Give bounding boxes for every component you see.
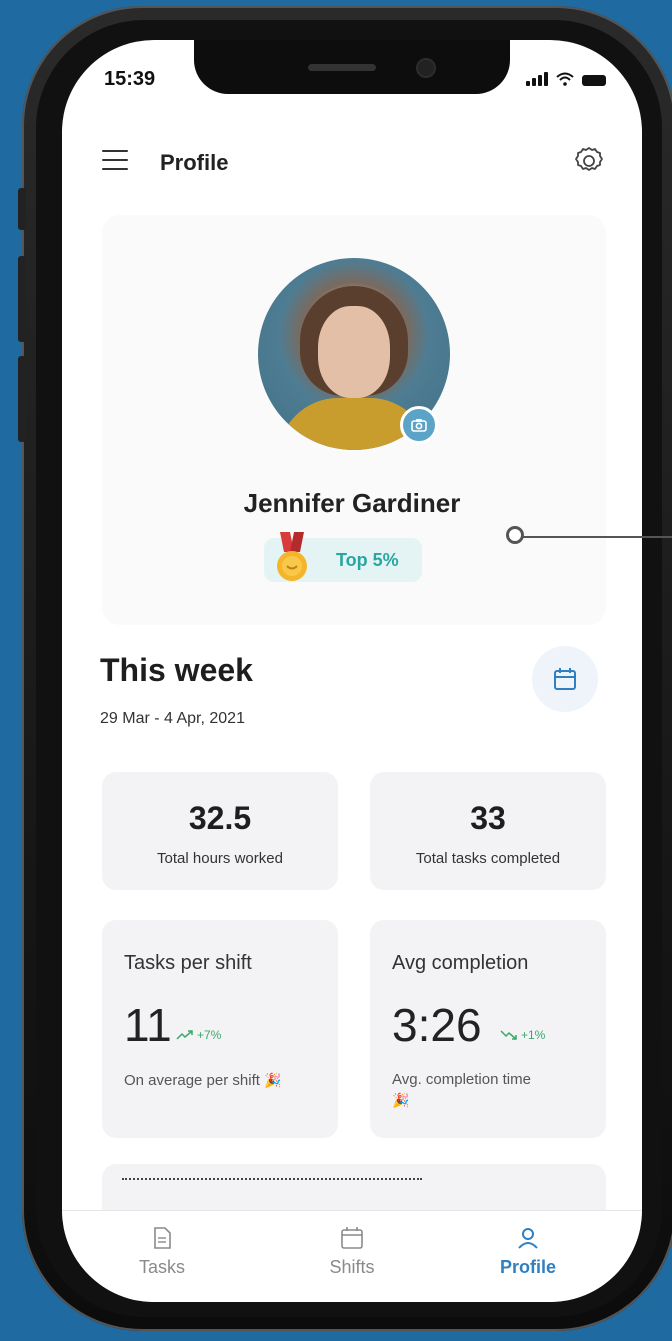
change-photo-button[interactable]: [400, 406, 438, 444]
callout-dot: [506, 526, 524, 544]
medal-icon: [277, 532, 307, 581]
battery-icon: [582, 75, 606, 86]
trend-value: +1%: [521, 1028, 546, 1042]
camera-icon: [411, 419, 427, 432]
metric-value: 11: [124, 999, 172, 1051]
week-range: 29 Mar - 4 Apr, 2021: [100, 710, 245, 727]
tab-label: Tasks: [138, 1257, 185, 1277]
notch: [194, 40, 510, 94]
tab-tasks[interactable]: Tasks: [102, 1225, 222, 1278]
trend-value: +7%: [197, 1028, 222, 1042]
volume-up-button: [18, 256, 26, 342]
tab-profile[interactable]: Profile: [468, 1225, 588, 1278]
stat-card-hours: 32.5 Total hours worked: [102, 772, 338, 890]
metric-description: On average per shift 🎉: [124, 1072, 282, 1089]
status-time: 15:39: [104, 68, 156, 90]
app-header: Profile: [102, 140, 606, 188]
stat-value: 33: [470, 800, 506, 836]
tab-shifts[interactable]: Shifts: [292, 1225, 412, 1278]
front-camera: [416, 58, 436, 78]
volume-down-button: [18, 356, 26, 442]
trend-up-icon: [176, 1030, 193, 1040]
user-icon: [518, 1228, 538, 1249]
party-icon: 🎉: [392, 1092, 410, 1108]
metric-card-tasks-per-shift: Tasks per shift 11 +7% On average per sh…: [102, 920, 338, 1138]
tab-label: Shifts: [329, 1257, 375, 1277]
document-icon: [154, 1227, 171, 1249]
metric-value: 3:26: [392, 999, 482, 1051]
wifi-icon: [556, 72, 574, 86]
rank-badge: Top 5%: [264, 532, 422, 582]
status-icons: [526, 72, 606, 86]
tab-label: Profile: [499, 1257, 556, 1277]
stat-card-tasks: 33 Total tasks completed: [370, 772, 606, 890]
week-title: This week: [100, 652, 253, 688]
profile-name: Jennifer Gardiner: [243, 488, 461, 518]
metric-title: Tasks per shift: [124, 952, 252, 974]
signal-icon: [526, 72, 548, 86]
calendar-icon: [554, 668, 576, 690]
stat-label: Total hours worked: [157, 850, 283, 867]
incidents-title-peek: [122, 1178, 422, 1188]
metric-description: Avg. completion time 🎉: [392, 1071, 531, 1108]
rank-label: Top 5%: [336, 550, 399, 570]
party-icon: 🎉: [264, 1072, 282, 1088]
gear-icon[interactable]: [572, 144, 606, 178]
metric-card-avg-completion: Avg completion 3:26 +1% Avg. completion …: [370, 920, 606, 1138]
metric-trend: +1%: [500, 1028, 545, 1042]
stat-value: 32.5: [188, 800, 252, 836]
stat-label: Total tasks completed: [415, 850, 561, 867]
app-screen: 15:39 Profile Jennifer Gardiner Top 5% T…: [62, 40, 642, 1302]
trend-down-icon: [500, 1030, 517, 1040]
calendar-icon: [341, 1227, 363, 1249]
page-title: Profile: [160, 150, 229, 175]
mute-switch: [18, 188, 26, 230]
tab-bar: Tasks Shifts Profile: [62, 1210, 642, 1302]
menu-icon[interactable]: [102, 150, 128, 172]
calendar-button[interactable]: [532, 646, 598, 712]
metric-title: Avg completion: [392, 952, 529, 974]
metric-trend: +7%: [176, 1028, 221, 1042]
callout-line: [518, 536, 672, 538]
speaker: [308, 64, 376, 71]
